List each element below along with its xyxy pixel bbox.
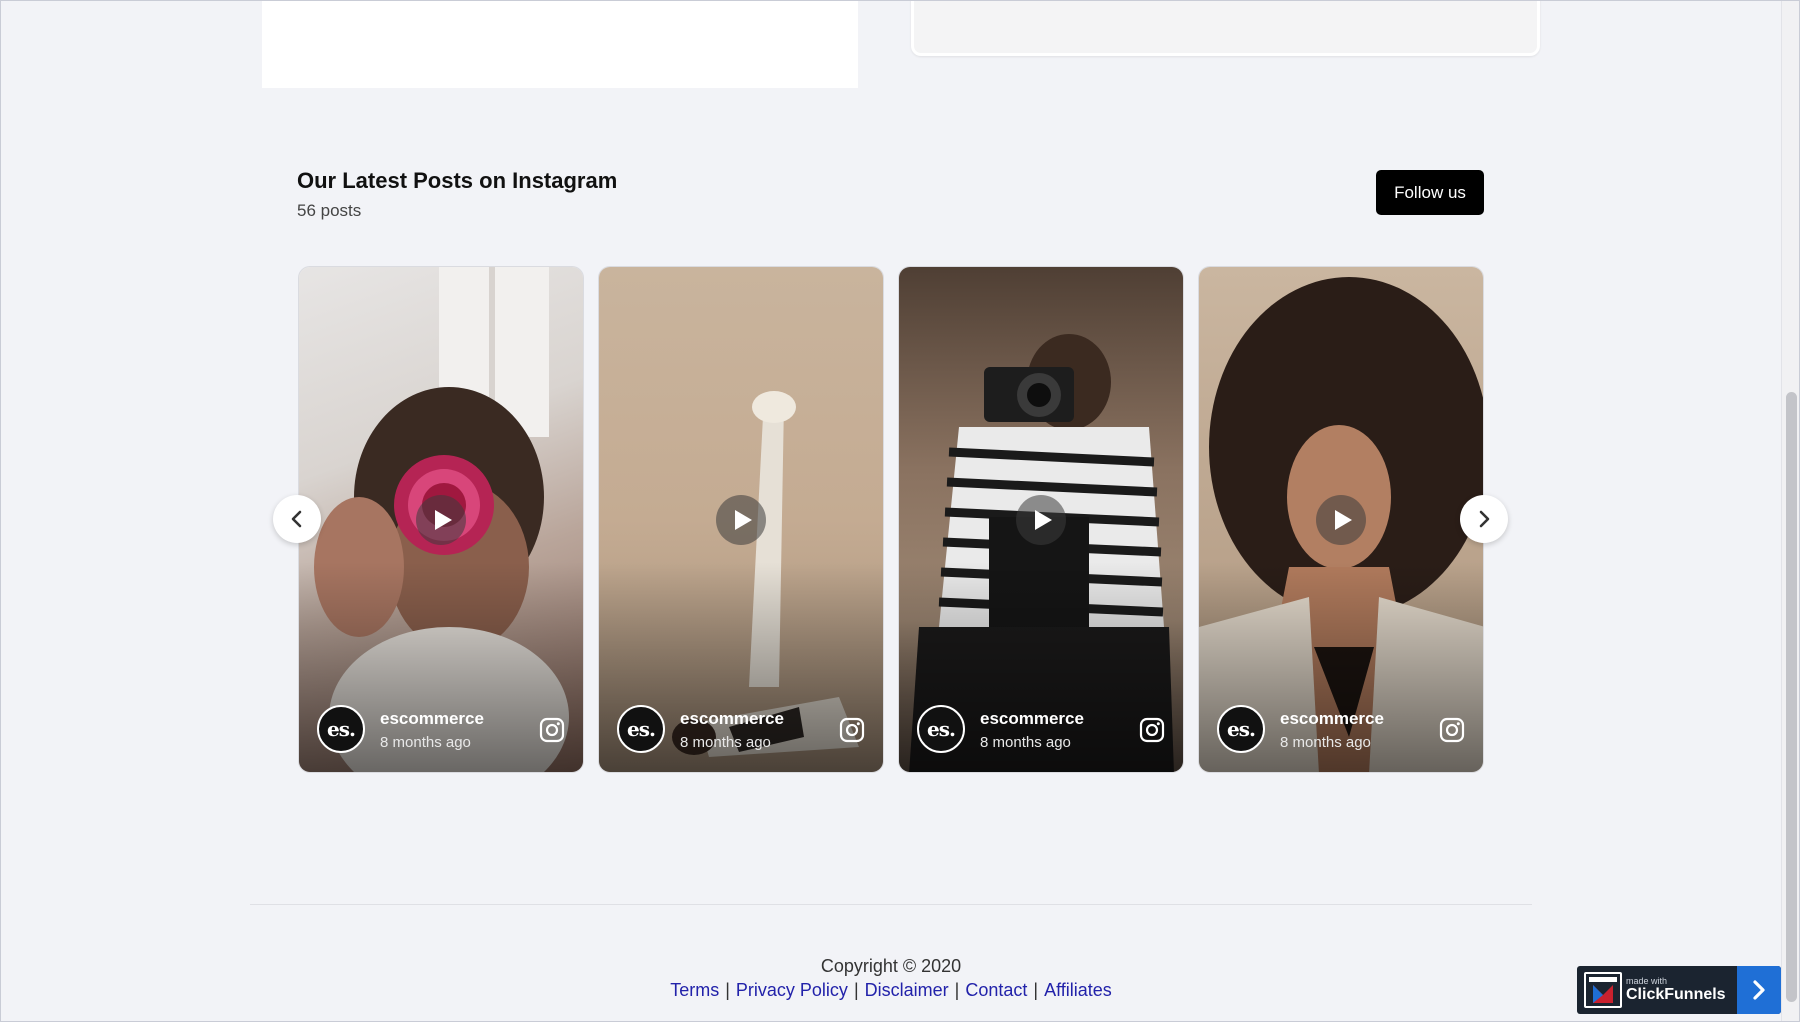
content-box	[262, 0, 858, 88]
post-time: 8 months ago	[1280, 734, 1371, 751]
avatar[interactable]: es.	[317, 705, 365, 753]
post-time: 8 months ago	[380, 734, 471, 751]
instagram-icon[interactable]	[839, 717, 865, 743]
post-username[interactable]: escommerce	[380, 709, 484, 729]
badge-small-text: made with	[1626, 976, 1668, 986]
follow-button[interactable]: Follow us	[1376, 170, 1484, 215]
instagram-icon[interactable]	[539, 717, 565, 743]
badge-arrow[interactable]	[1737, 966, 1781, 1014]
copyright-text: Copyright © 2020	[820, 956, 962, 976]
footer-link-contact[interactable]: Contact	[965, 980, 1027, 1000]
post-username[interactable]: escommerce	[980, 709, 1084, 729]
carousel-prev-button[interactable]	[273, 495, 321, 543]
clickfunnels-logo-icon	[1584, 972, 1622, 1008]
play-icon[interactable]	[1316, 495, 1366, 545]
post-time: 8 months ago	[980, 734, 1071, 751]
footer-link-disclaimer[interactable]: Disclaimer	[865, 980, 949, 1000]
avatar[interactable]: es.	[617, 705, 665, 753]
play-icon[interactable]	[416, 495, 466, 545]
footer-link-affiliates[interactable]: Affiliates	[1044, 980, 1112, 1000]
chevron-right-icon	[1753, 980, 1765, 1000]
post-count: 56 posts	[297, 201, 362, 220]
scrollbar-thumb[interactable]	[1786, 392, 1797, 1002]
footer-separator: |	[1033, 980, 1039, 1000]
play-icon[interactable]	[1016, 495, 1066, 545]
instagram-post-card[interactable]: es. escommerce 8 months ago	[1198, 266, 1484, 773]
chevron-right-icon	[1479, 510, 1490, 528]
instagram-post-card[interactable]: es. escommerce 8 months ago	[298, 266, 584, 773]
post-username[interactable]: escommerce	[680, 709, 784, 729]
chevron-left-icon	[291, 510, 302, 528]
footer-link-privacy-policy[interactable]: Privacy Policy	[736, 980, 848, 1000]
page-scrollbar[interactable]	[1781, 0, 1800, 1022]
avatar[interactable]: es.	[917, 705, 965, 753]
instagram-post-card[interactable]: es. escommerce 8 months ago	[898, 266, 1184, 773]
footer-links: Terms | Privacy Policy | Disclaimer | Contact |…	[0, 980, 1782, 1001]
instagram-post-card[interactable]: es. escommerce 8 months ago	[598, 266, 884, 773]
content-card	[911, 0, 1540, 56]
post-time: 8 months ago	[680, 734, 771, 751]
footer-separator: |	[853, 980, 859, 1000]
instagram-icon[interactable]	[1139, 717, 1165, 743]
footer-separator: |	[954, 980, 960, 1000]
badge-brand-text: ClickFunnels	[1626, 986, 1726, 1003]
section-title: Our Latest Posts on Instagram	[297, 168, 618, 193]
clickfunnels-badge[interactable]: made with ClickFunnels	[1577, 966, 1781, 1014]
play-icon[interactable]	[716, 495, 766, 545]
avatar[interactable]: es.	[1217, 705, 1265, 753]
instagram-icon[interactable]	[1439, 717, 1465, 743]
carousel-next-button[interactable]	[1460, 495, 1508, 543]
footer-divider	[250, 904, 1532, 905]
post-username[interactable]: escommerce	[1280, 709, 1384, 729]
footer-link-terms[interactable]: Terms	[670, 980, 719, 1000]
footer-separator: |	[725, 980, 730, 1000]
